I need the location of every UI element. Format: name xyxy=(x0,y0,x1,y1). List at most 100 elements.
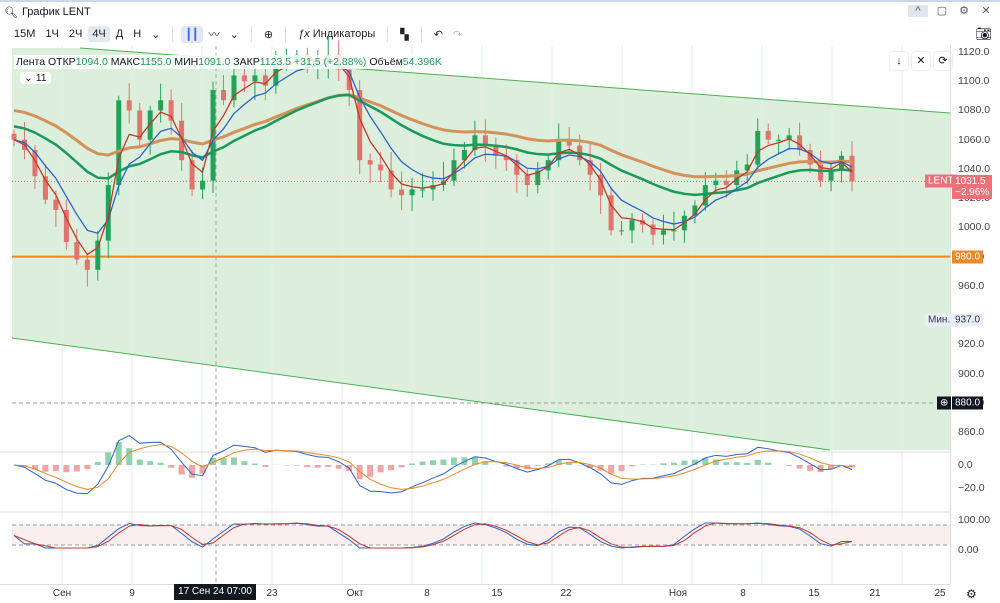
candle-body xyxy=(755,130,761,165)
scroll-down-icon[interactable]: ↓ xyxy=(890,52,908,70)
macd-histogram-bar xyxy=(105,452,112,465)
last-price: 1031.5 xyxy=(955,176,986,187)
time-label: Ноя xyxy=(668,588,688,599)
candle-body xyxy=(797,135,803,150)
macd-histogram-bar xyxy=(147,461,154,465)
macd-histogram-bar xyxy=(377,465,384,473)
macd-histogram-bar xyxy=(84,465,91,470)
macd-histogram-bar xyxy=(398,465,405,468)
macd-histogram-bar xyxy=(660,463,667,465)
time-label: 15 xyxy=(491,588,503,599)
level-980-tag: 980.0 xyxy=(952,250,984,264)
macd-histogram-bar xyxy=(754,459,761,465)
time-label: Сен xyxy=(52,588,72,599)
candle-body xyxy=(723,180,729,186)
candle-body xyxy=(671,230,677,232)
stoch-axis-label: 100.00 xyxy=(958,514,991,526)
candle-body xyxy=(200,180,206,190)
candle-body xyxy=(221,90,226,101)
close-value: 1123.5 xyxy=(259,56,292,68)
collapse-icon[interactable]: ✕ xyxy=(912,52,930,70)
min-label: Мин. xyxy=(925,313,954,327)
macd-histogram-bar xyxy=(681,460,688,465)
last-price-tag: 1031.5 −2.96% xyxy=(952,175,993,199)
close-label: ЗАКР xyxy=(233,56,260,68)
candle-body xyxy=(660,230,666,235)
price-axis-label: 920.0 xyxy=(958,338,985,351)
price-axis-label: 1100.0 xyxy=(958,75,990,88)
macd-histogram-bar xyxy=(744,462,751,465)
channel-fill xyxy=(12,48,950,450)
price-axis-label: 1120.0 xyxy=(958,46,990,58)
time-label: Окт xyxy=(346,588,364,599)
open-label: ОТКР xyxy=(47,56,76,68)
candle-body xyxy=(53,199,59,210)
indicators-collapse-button[interactable]: ⌄ 11 xyxy=(20,72,51,84)
min-value: 937.0 xyxy=(952,313,984,327)
macd-signal-line xyxy=(13,444,853,490)
candle-body xyxy=(11,133,17,140)
price-axis-label: 1000.0 xyxy=(958,221,991,234)
macd-histogram-bar xyxy=(63,465,70,473)
macd-histogram-bar xyxy=(450,457,457,465)
macd-histogram-bar xyxy=(430,460,436,465)
candle-body xyxy=(765,130,771,140)
last-change: −2.96% xyxy=(955,187,990,198)
macd-histogram-bar xyxy=(136,459,143,465)
macd-histogram-bar xyxy=(126,448,133,465)
macd-histogram-bar xyxy=(73,465,80,472)
macd-histogram-bar xyxy=(807,465,814,471)
high-value: 1155.0 xyxy=(140,56,172,68)
macd-histogram-bar xyxy=(419,461,426,465)
time-label: 9 xyxy=(129,588,135,599)
crosshair-time: 17 Сен 24 07:00 xyxy=(174,584,256,600)
time-label: 8 xyxy=(740,588,746,599)
price-axis-label: 1040.0 xyxy=(958,162,991,175)
macd-histogram-bar xyxy=(168,465,175,468)
macd-histogram-bar xyxy=(765,462,772,465)
price-axis-label: 960.0 xyxy=(958,279,985,292)
macd-histogram-bar xyxy=(241,461,248,465)
macd-histogram-bar xyxy=(335,465,342,469)
macd-histogram-bar xyxy=(52,465,59,471)
candle-body xyxy=(619,230,625,232)
candle-body xyxy=(650,224,656,235)
add-alert-icon[interactable]: ⊕ xyxy=(937,396,952,410)
macd-histogram-bar xyxy=(230,457,237,465)
symbol-name: Лента xyxy=(16,56,46,68)
high-label: МАКС xyxy=(110,56,141,68)
candle-body xyxy=(378,164,384,171)
macd-histogram-bar xyxy=(367,465,374,477)
candle-body xyxy=(74,242,80,260)
macd-histogram-bar xyxy=(304,465,311,468)
macd-histogram-bar xyxy=(42,465,49,472)
candle-body xyxy=(95,240,101,270)
candle-body xyxy=(556,139,562,161)
macd-histogram-bar xyxy=(262,465,269,467)
volume-label: Объём xyxy=(369,56,403,68)
open-value: 1094.0 xyxy=(75,56,108,68)
price-axis-label: 1060.0 xyxy=(958,133,991,146)
macd-histogram-bar xyxy=(293,465,300,466)
macd-histogram-bar xyxy=(314,465,321,468)
candle-body xyxy=(210,90,216,181)
candle-body xyxy=(409,189,415,196)
candle-body xyxy=(367,160,373,165)
settings-icon[interactable]: ⚙ xyxy=(966,587,977,601)
macd-histogram-bar xyxy=(251,463,258,465)
candle-body xyxy=(713,180,719,186)
candle-body xyxy=(849,155,855,182)
price-axis-label: 860.0 xyxy=(958,426,985,439)
price-chart[interactable] xyxy=(0,0,1000,603)
indicator-count: 11 xyxy=(35,72,47,84)
macd-histogram-bar xyxy=(723,462,730,465)
candle-body xyxy=(399,189,405,196)
candle-body xyxy=(252,75,258,82)
macd-histogram-bar xyxy=(178,465,185,475)
stoch-axis-label: 0.00 xyxy=(958,544,979,556)
macd-histogram-bar xyxy=(618,465,625,472)
macd-histogram-bar xyxy=(796,465,803,469)
time-label: 21 xyxy=(869,588,881,599)
time-label: 22 xyxy=(560,588,572,599)
candle-body xyxy=(158,100,164,111)
